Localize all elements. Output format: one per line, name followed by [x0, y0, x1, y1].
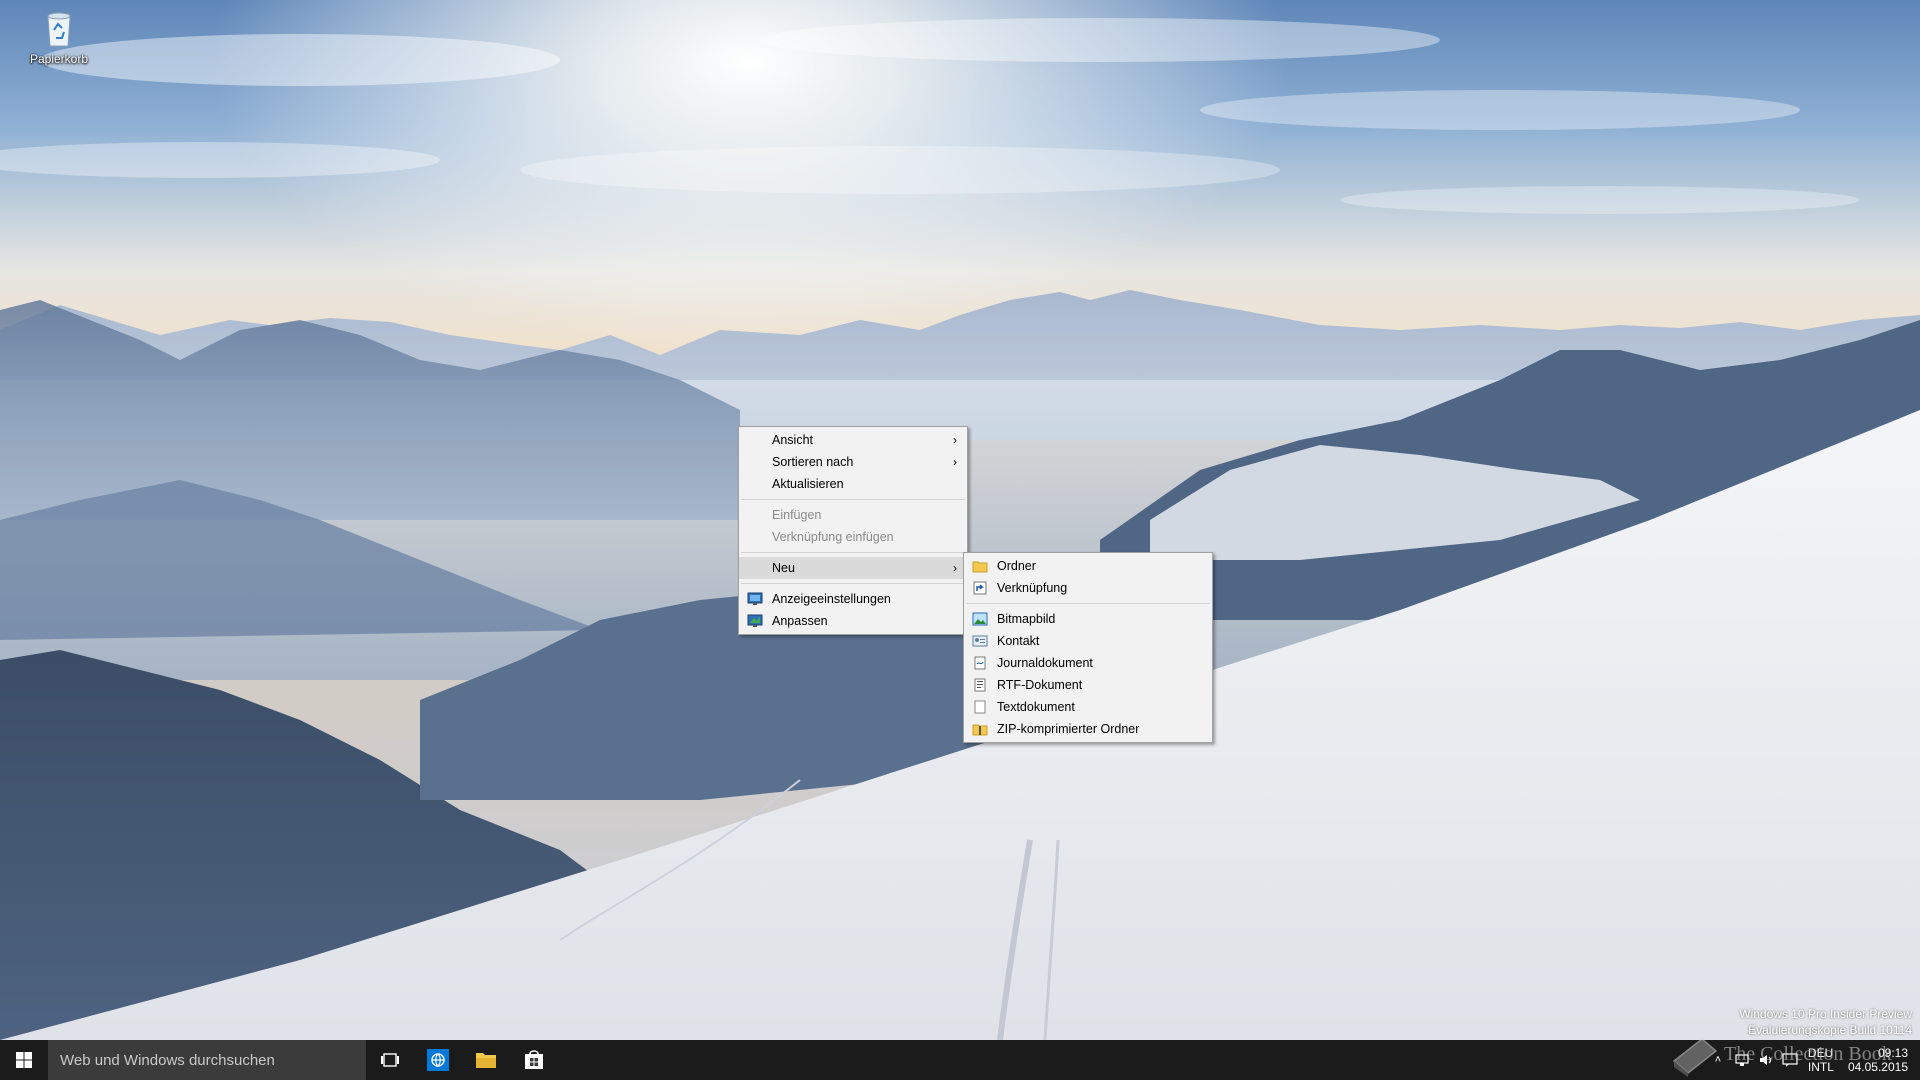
task-view-button[interactable]: [366, 1040, 414, 1080]
submenu-item-label: Bitmapbild: [997, 612, 1056, 626]
chevron-right-icon: ›: [953, 561, 957, 575]
search-placeholder: Web und Windows durchsuchen: [60, 1051, 275, 1069]
menu-item-paste: Einfügen: [739, 504, 967, 526]
menu-item-label: Einfügen: [772, 508, 822, 522]
windows-logo-icon: [16, 1052, 32, 1068]
personalize-icon: [747, 614, 763, 627]
task-view-icon: [381, 1053, 399, 1067]
system-tray: ˄ DEU INTL 09:13 04.05.2015: [1706, 1040, 1920, 1080]
taskbar-browser-button[interactable]: [414, 1040, 462, 1080]
chevron-right-icon: ›: [953, 433, 957, 447]
notification-icon: [1782, 1053, 1798, 1067]
file-explorer-icon: [476, 1053, 496, 1068]
submenu-item-folder[interactable]: Ordner: [964, 555, 1212, 577]
text-document-icon: [974, 700, 986, 714]
menu-item-label: Neu: [772, 561, 795, 575]
menu-item-paste-shortcut: Verknüpfung einfügen: [739, 526, 967, 548]
submenu-item-label: Ordner: [997, 559, 1036, 573]
desktop-icon-label: Papierkorb: [29, 52, 89, 66]
menu-item-view[interactable]: Ansicht ›: [739, 429, 967, 451]
submenu-item-label: Textdokument: [997, 700, 1075, 714]
watermark-build: Evaluierungskopie Build 10114: [1748, 1023, 1912, 1037]
recycle-bin-icon: [47, 12, 71, 47]
menu-item-new[interactable]: Neu ›: [739, 557, 967, 579]
submenu-item-label: RTF-Dokument: [997, 678, 1083, 692]
menu-item-label: Aktualisieren: [772, 477, 844, 491]
menu-item-refresh[interactable]: Aktualisieren: [739, 473, 967, 495]
folder-icon: [972, 561, 988, 573]
zip-folder-icon: [972, 724, 988, 736]
menu-item-display-settings[interactable]: Anzeigeeinstellungen: [739, 588, 967, 610]
new-submenu: Ordner Verknüpfung Bitmapbild Kontakt Jo…: [963, 552, 1213, 743]
menu-item-label: Anzeigeeinstellungen: [772, 592, 891, 606]
chevron-right-icon: ›: [953, 455, 957, 469]
menu-item-label: Anpassen: [772, 614, 828, 628]
menu-item-personalize[interactable]: Anpassen: [739, 610, 967, 632]
language-code: DEU: [1807, 1046, 1834, 1060]
menu-item-sort-by[interactable]: Sortieren nach ›: [739, 451, 967, 473]
submenu-item-label: ZIP-komprimierter Ordner: [997, 722, 1140, 736]
keyboard-layout: INTL: [1807, 1060, 1834, 1074]
submenu-item-label: Journaldokument: [997, 656, 1093, 670]
journal-icon: [974, 656, 986, 670]
clock-time: 09:13: [1877, 1046, 1908, 1060]
build-watermark: Windows 10 Pro Insider Preview Evaluieru…: [1739, 1006, 1912, 1038]
taskbar: Web und Windows durchsuchen ˄ DEU INTL 0…: [0, 1040, 1920, 1080]
action-center-tray-button[interactable]: [1778, 1040, 1802, 1080]
watermark-edition: Windows 10 Pro Insider Preview: [1739, 1007, 1912, 1021]
taskbar-store-button[interactable]: [510, 1040, 558, 1080]
chevron-up-icon: ˄: [1714, 1054, 1722, 1066]
submenu-item-rtf[interactable]: RTF-Dokument: [964, 674, 1212, 696]
menu-item-label: Verknüpfung einfügen: [772, 530, 894, 544]
menu-separator: [741, 552, 965, 553]
menu-item-label: Sortieren nach: [772, 455, 854, 469]
rtf-icon: [974, 678, 986, 692]
clock-date: 04.05.2015: [1847, 1060, 1908, 1074]
submenu-item-contact[interactable]: Kontakt: [964, 630, 1212, 652]
submenu-item-label: Kontakt: [997, 634, 1040, 648]
submenu-item-bitmap[interactable]: Bitmapbild: [964, 608, 1212, 630]
input-language-button[interactable]: DEU INTL: [1802, 1046, 1840, 1074]
clock-button[interactable]: 09:13 04.05.2015: [1840, 1046, 1920, 1074]
volume-tray-button[interactable]: [1754, 1040, 1778, 1080]
menu-separator: [741, 583, 965, 584]
bitmap-icon: [972, 612, 988, 626]
volume-icon: [1759, 1055, 1772, 1065]
show-hidden-icons-button[interactable]: ˄: [1706, 1040, 1730, 1080]
network-icon: [1735, 1054, 1749, 1066]
submenu-item-journal[interactable]: Journaldokument: [964, 652, 1212, 674]
browser-icon: [427, 1049, 449, 1071]
shortcut-icon: [973, 581, 987, 595]
submenu-item-zip-folder[interactable]: ZIP-komprimierter Ordner: [964, 718, 1212, 740]
desktop-context-menu: Ansicht › Sortieren nach › Aktualisieren…: [738, 426, 968, 635]
contact-icon: [972, 635, 988, 647]
submenu-item-label: Verknüpfung: [997, 581, 1068, 595]
search-input[interactable]: Web und Windows durchsuchen: [48, 1040, 366, 1080]
taskbar-file-explorer-button[interactable]: [462, 1040, 510, 1080]
start-button[interactable]: [0, 1040, 48, 1080]
network-tray-button[interactable]: [1730, 1040, 1754, 1080]
desktop-icon-recycle-bin[interactable]: Papierkorb: [18, 8, 100, 78]
submenu-item-text-document[interactable]: Textdokument: [964, 696, 1212, 718]
submenu-item-shortcut[interactable]: Verknüpfung: [964, 577, 1212, 599]
menu-separator: [966, 603, 1210, 604]
store-icon: [525, 1050, 543, 1069]
menu-item-label: Ansicht: [772, 433, 813, 447]
display-settings-icon: [747, 592, 763, 605]
menu-separator: [741, 499, 965, 500]
